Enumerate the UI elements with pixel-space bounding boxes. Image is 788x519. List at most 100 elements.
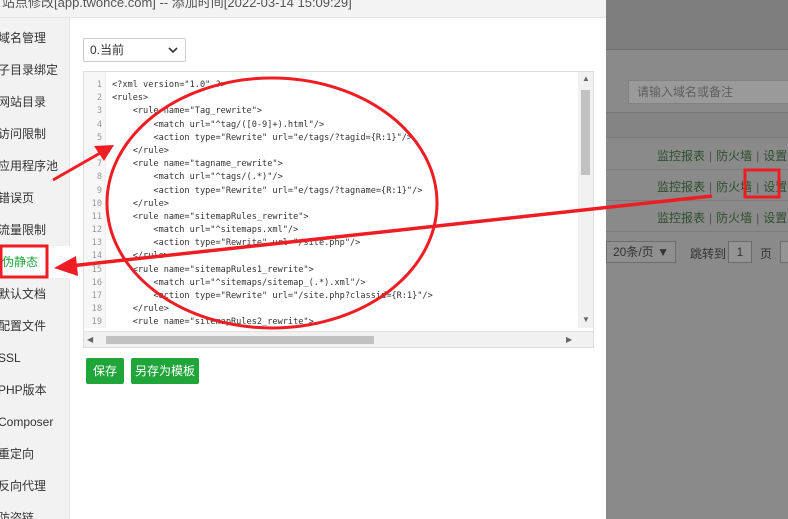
settings-link[interactable]: 设置 [763,149,787,163]
line-number: 15 [91,264,102,275]
settings-link[interactable]: 设置 [763,180,787,194]
table-header [600,112,788,138]
line-number: 1 [96,80,102,90]
code-text: </rule> [112,198,169,209]
page-go-button[interactable] [780,241,788,263]
page-number-input[interactable]: 1 [728,241,752,263]
line-number: 12 [91,225,102,236]
page-unit-label: 页 [760,247,773,261]
site-settings-dialog: 站点修改[app.twonce.com] -- 添加时间[2022-03-14 … [0,0,606,519]
code-line: 4 <match url="^tag/([0-9]+).html"/> [84,119,593,132]
sidebar-item-redirect[interactable]: 重定向 [0,438,68,470]
code-line: 16 <match url="^sitemaps/sitemap_(.*).xm… [84,277,593,290]
sidebar-item-reverse-proxy[interactable]: 反向代理 [0,470,68,502]
code-text: <?xml version="1.0" ?> [112,80,226,90]
firewall-link[interactable]: 防火墙 [716,149,752,163]
line-number: 4 [96,119,102,130]
line-number: 17 [91,291,102,301]
table-row: 监控报表|防火墙|设置| [600,139,788,170]
save-button[interactable]: 保存 [86,358,124,384]
site-search-input[interactable]: 请输入域名或备注 [628,80,788,104]
vertical-scroll-thumb[interactable] [581,90,590,175]
firewall-link[interactable]: 防火墙 [716,211,752,225]
code-text: <action type="Rewrite" url="/site.php"/> [112,238,361,249]
table-row: 监控报表|防火墙|设置| [600,170,788,201]
code-line: 6 </rule> [84,145,593,158]
sidebar-item-config-file[interactable]: 配置文件 [0,310,68,342]
sidebar-item-default-doc[interactable]: 默认文档 [0,278,68,310]
firewall-link[interactable]: 防火墙 [716,180,752,194]
code-text: <rule name="sitemapRules_rewrite"> [112,211,309,222]
code-line: 17 <action type="Rewrite" url="/site.php… [84,290,593,303]
sidebar-item-subdir[interactable]: 子目录绑定 [0,54,68,86]
chevron-down-icon: ▼ [657,245,669,259]
code-text: </rule> [112,304,169,315]
sidebar-item-app-pool[interactable]: 应用程序池 [0,150,68,182]
horizontal-scroll-thumb[interactable] [106,336,374,344]
line-number: 14 [91,251,102,262]
sidebar-item-rewrite[interactable]: 伪静态 [0,246,70,278]
vertical-scrollbar[interactable]: ▲ ▼ [578,72,593,328]
monitor-report-link[interactable]: 监控报表 [657,211,705,225]
table-row: 监控报表|防火墙|设置| [600,201,788,232]
save-as-template-button[interactable]: 另存为模板 [131,358,199,384]
code-line: 2 <rules> [84,92,593,105]
rewrite-rule-select[interactable]: 0.当前 [83,38,186,62]
scroll-down-icon[interactable]: ▼ [582,315,590,324]
line-number: 10 [91,198,102,209]
page-size-select[interactable]: 20条/页 ▼ [606,241,676,263]
rewrite-code-editor[interactable]: 1 <?xml version="1.0" ?> 2 <rules> 3 <rule n… [83,71,594,348]
code-lines: 1 <?xml version="1.0" ?> 2 <rules> 3 <rule n… [84,79,593,330]
rewrite-panel: 0.当前 1 <?xml version="1.0" ?> 2 <rules> 3 <r… [71,18,606,519]
line-number: 19 [91,317,102,328]
code-line: 1 <?xml version="1.0" ?> [84,79,593,92]
line-number: 3 [96,106,102,117]
background-site-list: 请输入域名或备注 监控报表|防火墙|设置| 监控报表|防火墙|设置| 监控报表|… [600,0,788,519]
monitor-report-link[interactable]: 监控报表 [657,149,705,163]
background-top-bar [600,0,788,50]
line-number: 18 [91,304,102,315]
code-text: <match url="^sitemaps.xml"/> [112,225,299,236]
sidebar-item-domain[interactable]: 域名管理 [0,22,68,54]
code-line: 3 <rule name="Tag_rewrite"> [84,105,593,118]
sidebar-item-php-version[interactable]: PHP版本 [0,374,68,406]
line-number: 6 [96,145,102,156]
code-text: <rule name="Tag_rewrite"> [112,106,263,117]
monitor-report-link[interactable]: 监控报表 [657,180,705,194]
sidebar-item-error-page[interactable]: 错误页 [0,182,68,214]
line-number: 9 [96,185,102,196]
code-text: <rule name="sitemapRules1_rewrite"> [112,264,314,275]
code-line: 11 <rule name="sitemapRules_rewrite"> [84,211,593,224]
code-text: <match url="^tags/(.*)"/> [112,172,283,183]
scroll-up-icon[interactable]: ▲ [582,74,590,83]
line-number: 11 [91,211,102,222]
code-text: <match url="^tag/([0-9]+).html"/> [112,119,325,130]
line-number: 7 [96,159,102,170]
code-text: <action type="Rewrite" url="e/tags/?tagn… [112,185,423,196]
sidebar-item-site-dir[interactable]: 网站目录 [0,86,68,118]
code-text: <match url="^sitemaps/sitemap_(.*).xml"/… [112,277,366,288]
settings-link[interactable]: 设置 [763,211,787,225]
chevron-down-icon [168,47,178,54]
line-number: 8 [96,172,102,183]
code-text: <action type="Rewrite" url="/site.php?cl… [112,291,433,301]
horizontal-scrollbar[interactable]: ◀ ▶ [84,331,593,347]
sidebar-item-composer[interactable]: Composer [0,406,68,438]
code-line: 9 <action type="Rewrite" url="e/tags/?ta… [84,185,593,198]
sidebar-item-access-limit[interactable]: 访问限制 [0,118,68,150]
dialog-title: 站点修改[app.twonce.com] -- 添加时间[2022-03-14 … [0,0,606,18]
jump-to-label: 跳转到 [690,247,727,261]
scroll-right-icon[interactable]: ▶ [566,335,572,344]
code-line: 8 <match url="^tags/(.*)"/> [84,171,593,184]
code-line: 14 </rule> [84,250,593,263]
sidebar-item-traffic-limit[interactable]: 流量限制 [0,214,68,246]
sidebar-item-hotlink[interactable]: 防盗链 [0,502,68,519]
line-number: 16 [91,277,102,288]
code-text: </rule> [112,251,169,262]
scroll-left-icon[interactable]: ◀ [87,335,93,344]
code-text: <rule name="tagname_rewrite"> [112,159,283,170]
line-number: 13 [91,238,102,249]
code-line: 15 <rule name="sitemapRules1_rewrite"> [84,264,593,277]
sidebar-item-ssl[interactable]: SSL [0,342,68,374]
settings-sidebar: 域名管理 子目录绑定 网站目录 访问限制 应用程序池 错误页 流量限制 伪静态 … [0,18,70,519]
